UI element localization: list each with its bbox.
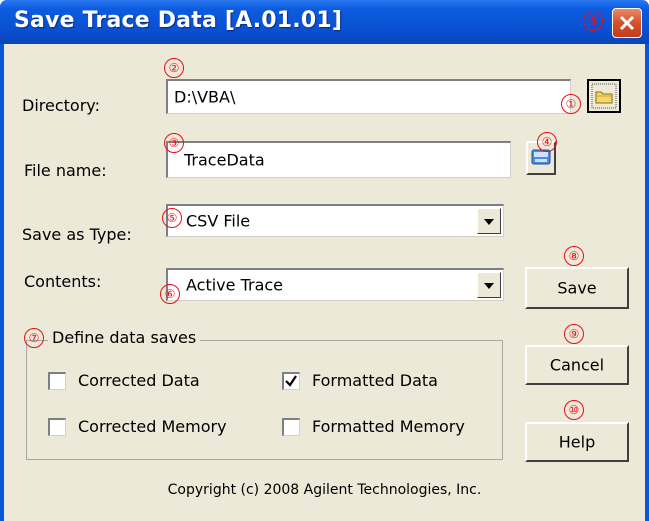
chevron-down-icon[interactable] bbox=[477, 208, 501, 234]
browse-directory-button[interactable] bbox=[587, 79, 621, 113]
contents-value: Active Trace bbox=[186, 275, 284, 295]
filename-label: File name: bbox=[24, 161, 107, 180]
help-button[interactable]: Help bbox=[525, 422, 629, 462]
checkmark-icon bbox=[285, 375, 297, 387]
formatted-memory-label: Formatted Memory bbox=[312, 417, 465, 436]
marker-9-icon: ⑨ bbox=[564, 324, 584, 344]
save-as-type-select[interactable]: CSV File bbox=[166, 204, 504, 237]
dialog-body: Directory: D:\VBA\ File name: TraceData … bbox=[4, 44, 645, 521]
contents-label: Contents: bbox=[24, 272, 102, 291]
formatted-data-label: Formatted Data bbox=[312, 371, 438, 390]
marker-6-icon: ⑥ bbox=[160, 284, 180, 304]
help-button-label: Help bbox=[558, 432, 596, 452]
marker-1-icon: ① bbox=[561, 94, 581, 114]
chevron-down-icon[interactable] bbox=[477, 272, 501, 298]
marker-3-icon: ③ bbox=[164, 133, 184, 153]
window-title: Save Trace Data [A.01.01] bbox=[14, 8, 343, 33]
cancel-button-label: Cancel bbox=[549, 355, 605, 375]
formatted-memory-checkbox[interactable] bbox=[282, 418, 300, 436]
corrected-data-label: Corrected Data bbox=[78, 371, 200, 390]
copyright-text: Copyright (c) 2008 Agilent Technologies,… bbox=[167, 482, 482, 498]
directory-input[interactable]: D:\VBA\ bbox=[166, 79, 571, 114]
save-trace-dialog: Save Trace Data [A.01.01] Directory: D:\… bbox=[0, 0, 649, 521]
marker-5-icon: ⑤ bbox=[162, 208, 182, 228]
cancel-button[interactable]: Cancel bbox=[525, 345, 629, 385]
marker-7-icon: ⑦ bbox=[24, 328, 44, 348]
close-icon bbox=[619, 15, 635, 31]
marker-10-icon: ⑩ bbox=[564, 400, 584, 420]
folder-icon bbox=[591, 83, 617, 109]
marker-2-icon: ② bbox=[164, 58, 184, 78]
group-title: Define data saves bbox=[48, 328, 201, 347]
save-as-type-value: CSV File bbox=[186, 211, 251, 231]
define-data-saves-group bbox=[26, 340, 503, 460]
save-as-type-label: Save as Type: bbox=[22, 225, 132, 244]
filename-input[interactable]: TraceData bbox=[166, 141, 511, 178]
title-bar[interactable]: Save Trace Data [A.01.01] bbox=[0, 0, 649, 44]
formatted-data-checkbox[interactable] bbox=[282, 372, 300, 390]
directory-label: Directory: bbox=[22, 96, 100, 115]
close-button[interactable] bbox=[612, 8, 642, 38]
marker-9-title-icon: ⑨ bbox=[583, 11, 603, 31]
save-button-label: Save bbox=[557, 278, 597, 298]
filename-value: TraceData bbox=[184, 150, 265, 170]
corrected-data-checkbox[interactable] bbox=[48, 372, 66, 390]
contents-select[interactable]: Active Trace bbox=[166, 268, 504, 301]
corrected-memory-checkbox[interactable] bbox=[48, 418, 66, 436]
save-button[interactable]: Save bbox=[525, 267, 629, 309]
directory-value: D:\VBA\ bbox=[174, 87, 236, 107]
marker-8-icon: ⑧ bbox=[564, 246, 584, 266]
corrected-memory-label: Corrected Memory bbox=[78, 417, 227, 436]
marker-4-icon: ④ bbox=[537, 132, 557, 152]
